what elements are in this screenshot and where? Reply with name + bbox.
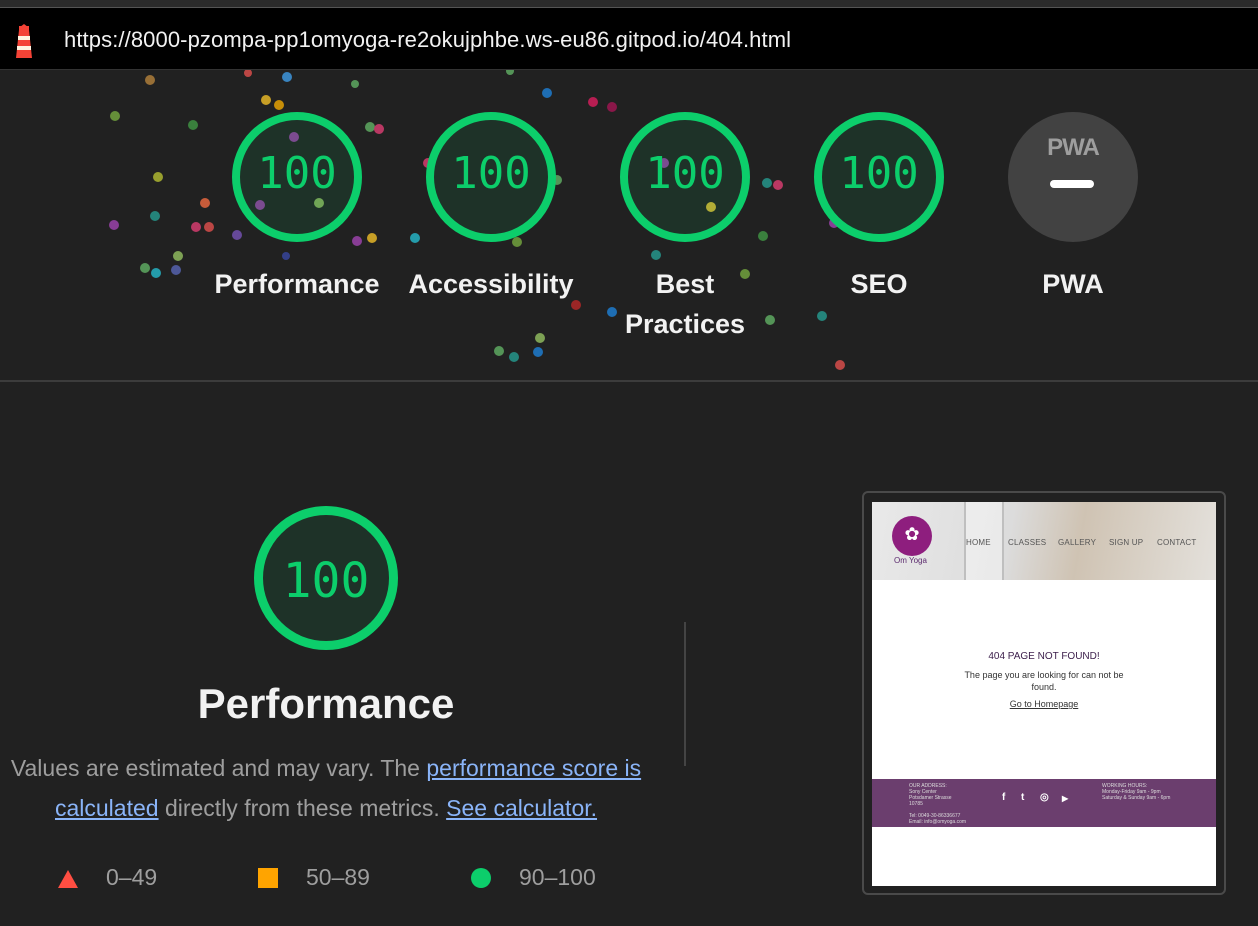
thumb-nav-item: SIGN UP bbox=[1109, 538, 1144, 547]
pwa-logo-icon: PWA bbox=[1047, 134, 1100, 161]
section-divider bbox=[0, 380, 1258, 382]
score-ring: 100 bbox=[426, 112, 556, 242]
vertical-divider bbox=[684, 622, 686, 766]
gauge-label: SEO bbox=[850, 269, 908, 299]
thumb-nav-item: CLASSES bbox=[1008, 538, 1047, 547]
gauge-label: Best Practices bbox=[624, 269, 746, 339]
score-legend: 0–49 50–89 90–100 bbox=[58, 864, 658, 894]
thumb-footer: OUR ADDRESS: Sony Center Potsdamer Stras… bbox=[872, 779, 1216, 827]
gauge-performance[interactable]: 100 Performance bbox=[207, 112, 387, 304]
square-icon bbox=[258, 868, 278, 888]
dash-icon bbox=[1050, 180, 1094, 188]
thumb-brand: Om Yoga bbox=[894, 556, 927, 565]
performance-score: 100 bbox=[282, 553, 370, 609]
gauge-label: PWA bbox=[1042, 269, 1104, 299]
score-value: 100 bbox=[451, 148, 531, 199]
performance-title: Performance bbox=[197, 680, 455, 727]
twitter-icon: t bbox=[1021, 792, 1025, 803]
window-top-edge bbox=[0, 0, 1258, 8]
thumb-message: The page you are looking for can not be … bbox=[964, 670, 1124, 692]
score-ring: 100 bbox=[814, 112, 944, 242]
thumb-logo: ✿ bbox=[892, 516, 932, 556]
gauge-best-practices[interactable]: 100 Best Practices bbox=[595, 112, 775, 344]
instagram-icon: ◎ bbox=[1040, 792, 1049, 803]
final-screenshot[interactable]: ✿ Om Yoga HOME CLASSES GALLERY SIGN UP C… bbox=[862, 491, 1226, 895]
see-calculator-link[interactable]: See calculator. bbox=[446, 795, 597, 821]
thumb-address: OUR ADDRESS: Sony Center Potsdamer Stras… bbox=[909, 783, 967, 825]
performance-description: Values are estimated and may vary. The p… bbox=[0, 748, 652, 828]
screenshot-image: ✿ Om Yoga HOME CLASSES GALLERY SIGN UP C… bbox=[872, 502, 1216, 886]
thumb-heading: 404 PAGE NOT FOUND! bbox=[988, 651, 1100, 662]
triangle-icon bbox=[58, 870, 78, 888]
desc-text: Values are estimated and may vary. The bbox=[10, 755, 427, 781]
lighthouse-icon bbox=[16, 24, 32, 58]
score-value: 100 bbox=[839, 148, 919, 199]
thumb-nav-item: GALLERY bbox=[1058, 538, 1097, 547]
score-ring: 100 bbox=[620, 112, 750, 242]
legend-range: 50–89 bbox=[306, 864, 370, 890]
tree-icon: ✿ bbox=[904, 524, 920, 544]
gauge-label: Performance bbox=[214, 269, 380, 299]
pwa-badge: PWA bbox=[1008, 112, 1138, 242]
legend-range: 90–100 bbox=[519, 864, 596, 890]
score-value: 100 bbox=[645, 148, 725, 199]
thumb-hours: WORKING HOURS: Monday-Friday 9am - 9pm S… bbox=[1102, 783, 1171, 801]
category-scores: 100 Performance 100 Accessibility 100 Be… bbox=[0, 70, 1258, 380]
url-bar: https://8000-pzompa-pp1omyoga-re2okujphb… bbox=[0, 8, 1258, 70]
thumb-nav-item: CONTACT bbox=[1157, 538, 1197, 547]
gauge-pwa[interactable]: PWA PWA bbox=[983, 112, 1163, 304]
desc-text: directly from these metrics. bbox=[158, 795, 447, 821]
page-url[interactable]: https://8000-pzompa-pp1omyoga-re2okujphb… bbox=[64, 27, 791, 53]
gauge-seo[interactable]: 100 SEO bbox=[789, 112, 969, 304]
gauge-label: Accessibility bbox=[408, 269, 574, 299]
thumb-nav-item: HOME bbox=[966, 538, 991, 547]
score-ring: 100 bbox=[232, 112, 362, 242]
gauge-accessibility[interactable]: 100 Accessibility bbox=[401, 112, 581, 304]
facebook-icon: f bbox=[1002, 792, 1006, 803]
score-value: 100 bbox=[257, 148, 337, 199]
legend-range: 0–49 bbox=[106, 864, 158, 890]
thumb-home-link: Go to Homepage bbox=[1009, 699, 1079, 709]
performance-gauge: 100 bbox=[254, 506, 398, 650]
youtube-icon: ▶ bbox=[1062, 794, 1069, 803]
circle-icon bbox=[471, 868, 491, 888]
